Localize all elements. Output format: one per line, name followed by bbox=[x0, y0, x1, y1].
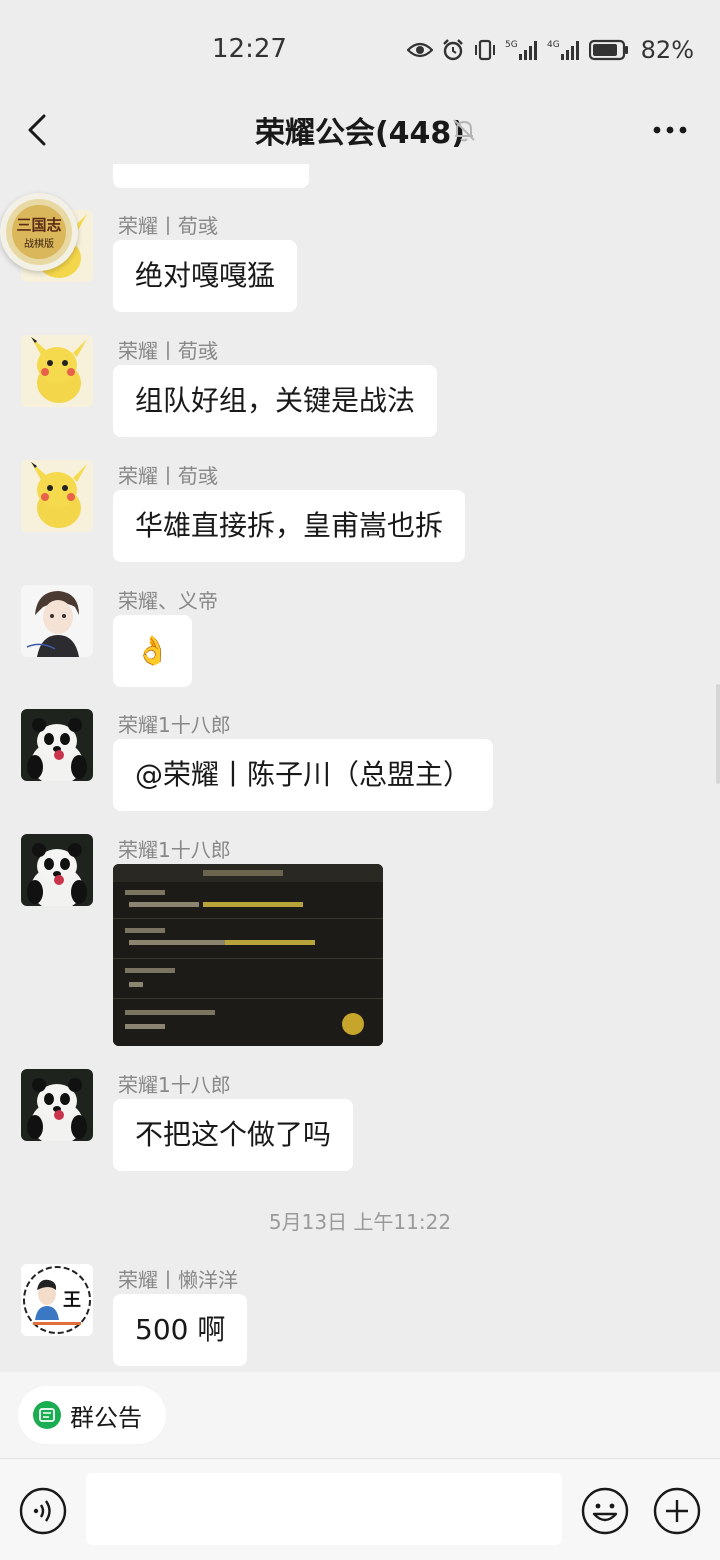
sender-name: 荣耀1十八郎 bbox=[118, 713, 231, 737]
avatar[interactable] bbox=[21, 1069, 93, 1141]
game-floating-badge[interactable]: 三国志 战棋版 bbox=[0, 193, 78, 271]
announcement-label: 群公告 bbox=[70, 1403, 142, 1432]
pikachu-avatar-icon bbox=[21, 460, 93, 532]
status-icons: 5G 4G 82% bbox=[406, 36, 694, 64]
message-bubble[interactable]: 500 啊 bbox=[113, 1294, 248, 1366]
message-bubble[interactable]: 华雄直接拆，皇甫嵩也拆 bbox=[113, 490, 466, 562]
eye-icon bbox=[406, 42, 433, 58]
wang-character: 王 bbox=[63, 1290, 81, 1311]
avatar[interactable] bbox=[21, 335, 93, 407]
game-logo-subtitle: 战棋版 bbox=[24, 237, 54, 250]
message-list[interactable]: 荣耀丨荀彧 绝对嘎嘎猛 荣耀丨荀彧 组队好组，关键是战法 荣耀丨荀彧 华雄直接拆… bbox=[0, 164, 720, 1372]
game-screenshot-image bbox=[113, 864, 383, 1046]
panda-avatar-icon bbox=[21, 834, 93, 906]
sender-name: 荣耀丨荀彧 bbox=[118, 214, 218, 238]
sender-name: 荣耀、义帝 bbox=[118, 589, 218, 613]
avatar[interactable] bbox=[21, 585, 93, 657]
time-separator: 5月13日 上午11:22 bbox=[268, 1210, 452, 1234]
avatar[interactable] bbox=[21, 460, 93, 532]
anime-boy-avatar-icon bbox=[21, 585, 93, 657]
avatar[interactable]: 王 bbox=[21, 1264, 93, 1336]
sender-name: 荣耀1十八郎 bbox=[118, 1073, 231, 1097]
sender-name: 荣耀丨荀彧 bbox=[118, 339, 218, 363]
input-bar bbox=[0, 1458, 720, 1560]
signal-4g-icon: 4G bbox=[547, 40, 579, 60]
message-bubble[interactable]: 不把这个做了吗 bbox=[113, 1099, 354, 1171]
pikachu-avatar-icon bbox=[21, 335, 93, 407]
message-input[interactable] bbox=[86, 1473, 562, 1545]
sender-name: 荣耀1十八郎 bbox=[118, 838, 231, 862]
network-4g-label: 4G bbox=[547, 40, 560, 50]
avatar[interactable] bbox=[21, 709, 93, 781]
vibrate-icon bbox=[474, 39, 495, 61]
voice-input-icon[interactable] bbox=[18, 1486, 68, 1536]
scrollbar[interactable] bbox=[716, 684, 720, 784]
status-time: 12:27 bbox=[212, 34, 287, 64]
chat-title: 荣耀公会(448) bbox=[254, 116, 466, 151]
network-5g-label: 5G bbox=[505, 40, 518, 50]
game-logo-title: 三国志 bbox=[16, 216, 61, 234]
mute-bell-icon bbox=[453, 119, 475, 142]
emoji-icon[interactable] bbox=[580, 1486, 630, 1536]
plus-icon[interactable] bbox=[652, 1486, 702, 1536]
sender-name: 荣耀丨懒洋洋 bbox=[118, 1268, 238, 1292]
message-bubble[interactable]: @荣耀丨陈子川（总盟主） bbox=[113, 739, 494, 811]
cartoon-wang-avatar-icon bbox=[21, 1264, 93, 1336]
alarm-icon bbox=[442, 39, 463, 61]
battery-percent: 82% bbox=[640, 36, 694, 64]
announcement-button[interactable]: 群公告 bbox=[18, 1386, 166, 1444]
partial-message-bubble[interactable] bbox=[113, 164, 309, 188]
message-bubble[interactable]: 组队好组，关键是战法 bbox=[113, 365, 438, 437]
message-bubble[interactable]: 绝对嘎嘎猛 bbox=[113, 240, 298, 312]
panda-avatar-icon bbox=[21, 1069, 93, 1141]
more-options-icon[interactable] bbox=[652, 120, 688, 140]
image-message[interactable] bbox=[113, 864, 383, 1046]
game-logo-icon: 三国志 战棋版 bbox=[6, 199, 72, 265]
battery-icon bbox=[588, 39, 628, 61]
panda-avatar-icon bbox=[21, 709, 93, 781]
announcement-bar: 群公告 bbox=[0, 1372, 720, 1458]
announcement-icon bbox=[33, 1401, 61, 1429]
message-bubble[interactable]: 👌 bbox=[113, 615, 192, 687]
sender-name: 荣耀丨荀彧 bbox=[118, 464, 218, 488]
avatar[interactable] bbox=[21, 834, 93, 906]
chat-header: 荣耀公会(448) bbox=[0, 96, 720, 164]
status-bar: 12:27 5G 4G 82% bbox=[0, 0, 720, 100]
signal-5g-icon: 5G bbox=[505, 40, 537, 60]
